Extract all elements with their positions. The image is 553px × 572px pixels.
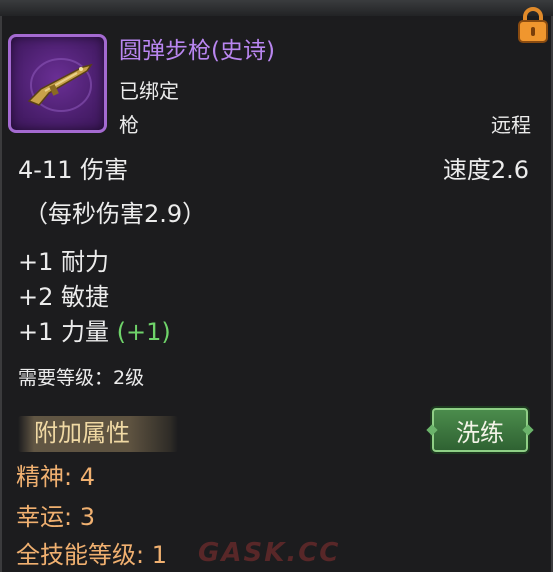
rifle-icon <box>27 58 93 112</box>
attack-speed: 速度2.6 <box>442 156 529 184</box>
stat-bonus: (+1) <box>116 318 171 346</box>
bind-status: 已绑定 <box>119 79 179 103</box>
extra-attribute: 幸运: 3 <box>16 503 95 531</box>
damage-text: 4-11 伤害 <box>18 156 129 184</box>
stat-line: +1 力量 (+1) <box>18 320 171 344</box>
extra-attributes-title: 附加属性 <box>34 419 130 447</box>
extra-attribute: 精神: 4 <box>16 463 95 491</box>
lock-icon[interactable] <box>515 6 551 44</box>
level-requirement: 需要等级：2级 <box>18 367 145 389</box>
item-type: 枪 <box>119 113 139 137</box>
dps-text: （每秒伤害2.9） <box>24 200 207 228</box>
reroll-button[interactable]: 洗练 <box>426 408 534 452</box>
stat-text: +2 敏捷 <box>18 283 110 311</box>
reroll-button-label: 洗练 <box>456 418 504 447</box>
stat-line: +2 敏捷 <box>18 285 109 309</box>
stat-line: +1 耐力 <box>18 250 109 274</box>
extra-attribute: 全技能等级: 1 <box>16 541 167 569</box>
range-type: 远程 <box>491 113 531 137</box>
item-icon-frame[interactable] <box>8 34 107 133</box>
watermark: GASK.CC <box>198 538 341 568</box>
stat-text: +1 耐力 <box>18 248 110 276</box>
item-name: 圆弹步枪(史诗) <box>119 38 275 64</box>
stat-text: +1 力量 <box>18 318 110 346</box>
